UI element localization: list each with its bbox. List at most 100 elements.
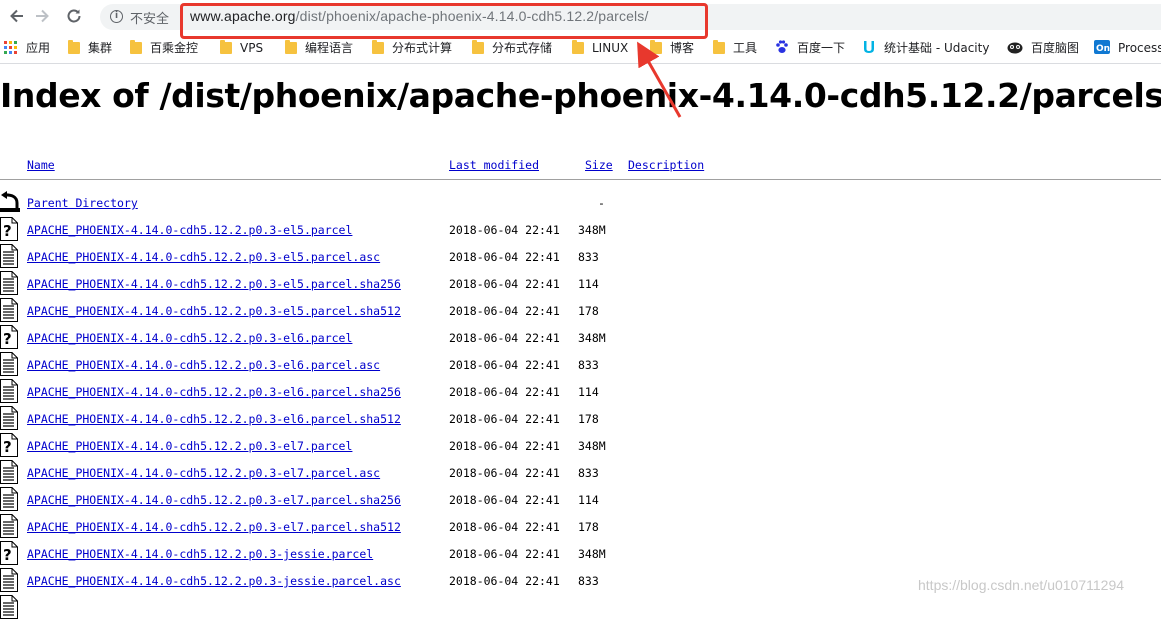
- file-size: 833: [578, 250, 599, 264]
- bookmark-item[interactable]: 工具: [713, 40, 757, 56]
- file-size: 114: [578, 277, 599, 291]
- baidu-paw-icon: [775, 40, 789, 57]
- file-row: APACHE_PHOENIX-4.14.0-cdh5.12.2.p0.3-el7…: [0, 487, 1161, 514]
- text-file-icon: [0, 352, 18, 376]
- file-row: ? APACHE_PHOENIX-4.14.0-cdh5.12.2.p0.3-je…: [0, 541, 1161, 568]
- bookmark-item[interactable]: 应用: [4, 40, 50, 56]
- bookmark-item[interactable]: 分布式计算: [372, 40, 452, 56]
- bookmark-item[interactable]: VPS: [220, 40, 263, 56]
- text-file-icon: [0, 298, 18, 322]
- file-link[interactable]: APACHE_PHOENIX-4.14.0-cdh5.12.2.p0.3-el7…: [27, 493, 401, 507]
- file-link[interactable]: APACHE_PHOENIX-4.14.0-cdh5.12.2.p0.3-el7…: [27, 439, 352, 453]
- watermark: https://blog.csdn.net/u010711294: [918, 577, 1125, 593]
- bookmark-item[interactable]: 百度脑图: [1007, 40, 1079, 56]
- file-size: 348M: [578, 547, 606, 561]
- file-size: 833: [578, 574, 599, 588]
- file-link[interactable]: APACHE_PHOENIX-4.14.0-cdh5.12.2.p0.3-el7…: [27, 466, 380, 480]
- file-modified: 2018-06-04 22:41: [449, 520, 560, 534]
- svg-text:?: ?: [3, 438, 12, 456]
- forward-arrow-icon[interactable]: [32, 6, 52, 26]
- file-size: 348M: [578, 439, 606, 453]
- file-modified: 2018-06-04 22:41: [449, 304, 560, 318]
- file-link[interactable]: APACHE_PHOENIX-4.14.0-cdh5.12.2.p0.3-el5…: [27, 304, 401, 318]
- bookmark-label: 百度脑图: [1031, 41, 1080, 55]
- file-row: APACHE_PHOENIX-4.14.0-cdh5.12.2.p0.3-el5…: [0, 298, 1161, 325]
- bookmark-item[interactable]: 博客: [650, 40, 694, 56]
- security-label[interactable]: 不安全: [130, 8, 169, 27]
- svg-text:On: On: [1096, 44, 1110, 54]
- file-row: APACHE_PHOENIX-4.14.0-cdh5.12.2.p0.3-el6…: [0, 406, 1161, 433]
- text-file-icon: [0, 487, 18, 511]
- file-modified: 2018-06-04 22:41: [449, 277, 560, 291]
- file-size: 178: [578, 304, 599, 318]
- file-size: 833: [578, 358, 599, 372]
- file-modified: 2018-06-04 22:41: [449, 331, 560, 345]
- parent-directory-link[interactable]: Parent Directory: [27, 196, 138, 210]
- text-file-icon: [0, 244, 18, 268]
- file-modified: 2018-06-04 22:41: [449, 574, 560, 588]
- back-folder-icon: [0, 190, 20, 214]
- bookmark-item[interactable]: 统计基础 - Udacity: [862, 40, 989, 56]
- file-row: ? APACHE_PHOENIX-4.14.0-cdh5.12.2.p0.3-el…: [0, 217, 1161, 244]
- folder-icon: [220, 40, 232, 54]
- baidu-naotu-icon: [1007, 40, 1023, 57]
- file-link[interactable]: APACHE_PHOENIX-4.14.0-cdh5.12.2.p0.3-jes…: [27, 547, 373, 561]
- file-link[interactable]: APACHE_PHOENIX-4.14.0-cdh5.12.2.p0.3-el5…: [27, 223, 352, 237]
- bookmark-label: 应用: [26, 41, 51, 55]
- file-link[interactable]: APACHE_PHOENIX-4.14.0-cdh5.12.2.p0.3-el5…: [27, 250, 380, 264]
- file-link[interactable]: APACHE_PHOENIX-4.14.0-cdh5.12.2.p0.3-jes…: [27, 574, 401, 588]
- bookmark-label: 工具: [733, 41, 758, 55]
- folder-icon: [572, 40, 584, 54]
- bookmark-label: 统计基础 - Udacity: [884, 41, 990, 55]
- folder-icon: [472, 40, 484, 54]
- file-modified: 2018-06-04 22:41: [449, 223, 560, 237]
- file-size: 833: [578, 466, 599, 480]
- info-icon[interactable]: i: [110, 10, 123, 23]
- column-header-last-modified[interactable]: Last modified: [449, 158, 539, 172]
- text-file-icon: [0, 406, 18, 430]
- folder-icon: [68, 40, 80, 54]
- bookmark-item[interactable]: LINUX: [572, 40, 628, 56]
- text-file-icon: [0, 271, 18, 295]
- text-file-icon: [0, 379, 18, 403]
- text-file-icon: [0, 595, 18, 619]
- column-header-description[interactable]: Description: [628, 158, 704, 172]
- file-size: 114: [578, 385, 599, 399]
- file-row: APACHE_PHOENIX-4.14.0-cdh5.12.2.p0.3-el7…: [0, 514, 1161, 541]
- file-size: 178: [578, 412, 599, 426]
- file-row: ? APACHE_PHOENIX-4.14.0-cdh5.12.2.p0.3-el…: [0, 325, 1161, 352]
- bookmark-item[interactable]: 百乘金控: [130, 40, 198, 56]
- svg-text:?: ?: [3, 330, 12, 348]
- bookmark-label: Process: [1118, 41, 1161, 55]
- column-header-size[interactable]: Size: [585, 158, 613, 172]
- bookmark-label: 博客: [670, 41, 695, 55]
- back-arrow-icon[interactable]: [7, 6, 27, 26]
- file-row: [0, 595, 1161, 622]
- file-modified: 2018-06-04 22:41: [449, 385, 560, 399]
- file-link[interactable]: APACHE_PHOENIX-4.14.0-cdh5.12.2.p0.3-el6…: [27, 385, 401, 399]
- url-highlight-box: [180, 3, 708, 39]
- file-row: APACHE_PHOENIX-4.14.0-cdh5.12.2.p0.3-el5…: [0, 271, 1161, 298]
- bookmark-item[interactable]: 分布式存储: [472, 40, 552, 56]
- apps-grid-icon: [4, 41, 18, 55]
- folder-icon: [713, 40, 725, 54]
- file-link[interactable]: APACHE_PHOENIX-4.14.0-cdh5.12.2.p0.3-el7…: [27, 520, 401, 534]
- reload-icon[interactable]: [64, 6, 84, 26]
- file-link[interactable]: APACHE_PHOENIX-4.14.0-cdh5.12.2.p0.3-el5…: [27, 277, 401, 291]
- column-header-name[interactable]: Name: [27, 158, 55, 172]
- bookmark-item[interactable]: 集群: [68, 40, 112, 56]
- unknown-file-icon: ?: [0, 325, 18, 349]
- bookmark-item[interactable]: On Process: [1094, 40, 1161, 56]
- file-size: -: [598, 196, 605, 210]
- file-link[interactable]: APACHE_PHOENIX-4.14.0-cdh5.12.2.p0.3-el6…: [27, 331, 352, 345]
- bookmark-label: 编程语言: [305, 41, 354, 55]
- file-row: APACHE_PHOENIX-4.14.0-cdh5.12.2.p0.3-el7…: [0, 460, 1161, 487]
- file-link[interactable]: APACHE_PHOENIX-4.14.0-cdh5.12.2.p0.3-el6…: [27, 358, 380, 372]
- bookmark-item[interactable]: 百度一下: [775, 40, 845, 56]
- file-link[interactable]: APACHE_PHOENIX-4.14.0-cdh5.12.2.p0.3-el6…: [27, 412, 401, 426]
- bookmark-item[interactable]: 编程语言: [285, 40, 353, 56]
- folder-icon: [130, 40, 142, 54]
- folder-icon: [372, 40, 384, 54]
- unknown-file-icon: ?: [0, 217, 18, 241]
- bookmark-label: 集群: [88, 41, 113, 55]
